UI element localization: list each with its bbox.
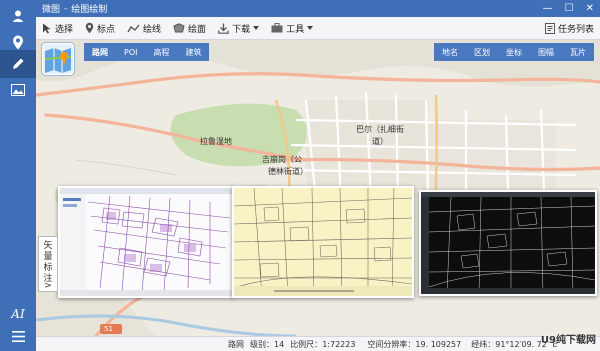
main-menu-button[interactable] (0, 322, 36, 350)
status-resolution-label: 空间分辨率： (367, 339, 416, 349)
sidebar-item-image[interactable] (0, 76, 36, 104)
sidebar-item-draw[interactable] (0, 50, 36, 78)
status-level-label: 级别： (250, 339, 274, 349)
map-logo-icon (43, 44, 73, 74)
map-label-wetland: 拉鲁湿地 (200, 137, 232, 146)
status-scale-label: 比例尺： (290, 339, 323, 349)
task-list-icon (544, 23, 555, 34)
task-list-label: 任务列表 (557, 25, 594, 35)
preview-image-vector-purple (58, 186, 234, 298)
vector-panel-char-3: 标 (43, 263, 53, 273)
sidebar-item-user[interactable] (0, 2, 36, 30)
preview-image-vector-black (419, 190, 597, 296)
preview-image-vector-yellow (232, 186, 414, 298)
location-pin-icon (85, 22, 94, 34)
map-label-district-2b: 道） (372, 137, 388, 146)
tools-label: 工具 (286, 24, 305, 35)
polygon-label: 绘面 (188, 24, 207, 35)
marker-label: 标点 (97, 24, 116, 35)
download-button[interactable]: 下载 (212, 17, 265, 40)
chevron-down-icon (253, 26, 260, 30)
tab-map-sheets[interactable]: 图幅 (530, 47, 562, 58)
minimize-button[interactable]: — (543, 3, 553, 14)
title-separator: - (64, 3, 68, 14)
tab-coordinates[interactable]: 坐标 (498, 47, 530, 58)
module-name: 绘图绘制 (71, 5, 108, 15)
marker-tool-button[interactable]: 标点 (79, 17, 121, 40)
road-number-label: 51 (104, 325, 113, 333)
tab-road-network[interactable]: 路网 (84, 47, 116, 58)
status-bar: 路网 级别： 14 比例尺： 1:72223 空间分辨率： 19. 109257… (36, 336, 600, 351)
map-info-tabs: 地名 区划 坐标 图幅 瓦片 (434, 43, 594, 61)
tab-poi[interactable]: POI (116, 48, 145, 57)
app-name: 微图 (42, 5, 61, 15)
watermark: U9纯下载网 (540, 335, 596, 346)
select-tool-button[interactable]: 选择 (36, 17, 79, 40)
status-layer: 路网 (228, 339, 244, 349)
download-icon (218, 23, 229, 34)
map-layer-tabs: 路网 POI 高程 建筑 (84, 43, 210, 61)
title-bar: 微图 - 绘图绘制 — ☐ ✕ (36, 0, 600, 17)
app-logo (41, 42, 75, 76)
close-button[interactable]: ✕ (586, 3, 594, 14)
tab-divisions[interactable]: 区划 (466, 47, 498, 58)
hamburger-menu-icon (11, 330, 25, 342)
polyline-icon (127, 24, 140, 32)
polygon-tool-button[interactable]: 绘面 (167, 17, 212, 40)
pencil-icon (13, 58, 24, 69)
vector-panel-expand-button[interactable]: > (38, 280, 58, 292)
maximize-button[interactable]: ☐ (565, 3, 574, 14)
tools-button[interactable]: 工具 (265, 17, 319, 40)
chevron-down-icon (307, 26, 314, 30)
download-label: 下载 (232, 24, 251, 35)
toolbar: 选择 标点 绘线 绘面 下载 工具 任务列表 (36, 17, 600, 40)
task-list-button[interactable]: 任务列表 (544, 17, 594, 40)
map-label-district-1: 吉崩岗（公 (262, 155, 302, 164)
status-resolution: 19. 109257 (415, 339, 462, 349)
polyline-tool-button[interactable]: 绘线 (121, 17, 167, 40)
select-label: 选择 (55, 24, 74, 35)
tab-place-names[interactable]: 地名 (434, 47, 466, 58)
cursor-icon (43, 23, 51, 33)
polygon-icon (173, 23, 185, 33)
location-pin-icon (13, 35, 23, 49)
left-sidebar: AI (0, 0, 36, 351)
ai-label: AI (11, 307, 25, 321)
polyline-label: 绘线 (143, 24, 162, 35)
tab-elevation[interactable]: 高程 (145, 47, 177, 58)
vector-panel-char-2: 量 (43, 252, 53, 262)
vector-panel-char-1: 矢 (43, 241, 53, 251)
tab-buildings[interactable]: 建筑 (177, 47, 209, 58)
status-scale: 1:72223 (322, 339, 356, 349)
map-label-district-2: 巴尔（扎细街 (356, 125, 404, 134)
map-label-district-1b: 德林街道） (268, 167, 308, 176)
tab-tiles[interactable]: 瓦片 (562, 47, 594, 58)
status-level: 14 (274, 339, 285, 349)
toolbox-icon (271, 23, 283, 33)
status-coords-label: 经纬： (471, 339, 496, 349)
image-icon (11, 84, 25, 96)
user-icon (12, 10, 24, 22)
map-view[interactable] (36, 40, 600, 336)
